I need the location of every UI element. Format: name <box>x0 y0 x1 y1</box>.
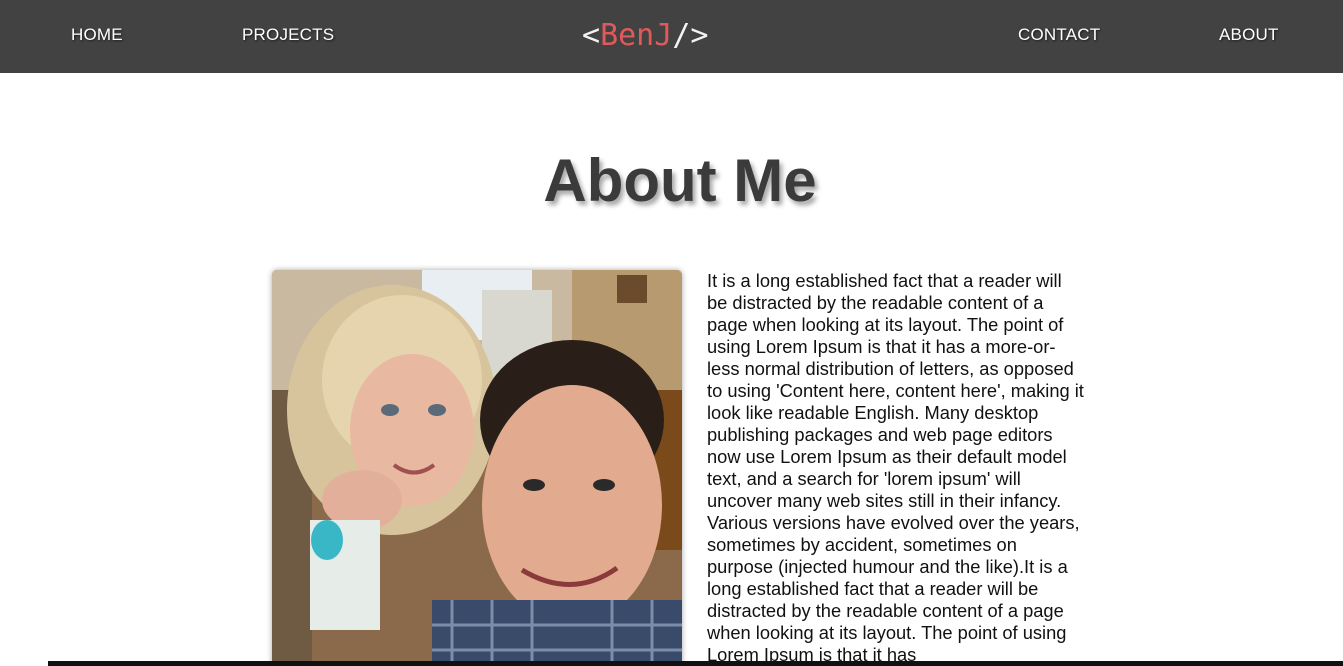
navbar: HOME PROJECTS <BenJ/> CONTACT ABOUT <box>0 0 1343 73</box>
about-paragraph: It is a long established fact that a rea… <box>707 270 1084 665</box>
logo-close-bracket: /> <box>672 18 709 53</box>
page-title: About Me <box>543 147 817 214</box>
nav-link-projects[interactable]: PROJECTS <box>242 25 334 45</box>
site-logo[interactable]: <BenJ/> <box>582 14 708 58</box>
horizontal-scrollbar[interactable] <box>48 661 1343 666</box>
logo-name: BenJ <box>600 18 673 53</box>
logo-open-bracket: < <box>582 18 601 53</box>
profile-photo <box>272 270 682 666</box>
nav-link-contact[interactable]: CONTACT <box>1018 25 1100 45</box>
nav-link-home[interactable]: HOME <box>71 25 123 45</box>
nav-link-about[interactable]: ABOUT <box>1219 25 1279 45</box>
